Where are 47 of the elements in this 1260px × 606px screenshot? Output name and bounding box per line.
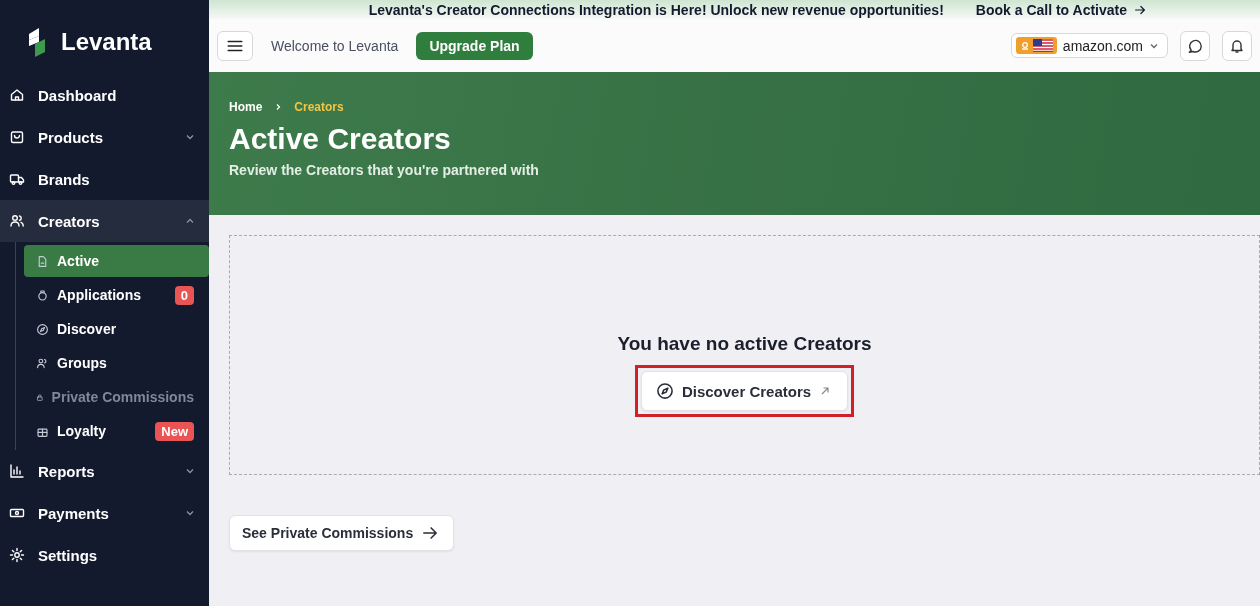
bar-chart-icon [9, 463, 25, 479]
marketplace-dropdown[interactable]: amazon.com [1010, 33, 1168, 58]
menu-button[interactable] [217, 30, 253, 61]
chevron-right-icon [274, 103, 283, 111]
bag-icon [9, 129, 25, 145]
users-icon [36, 356, 49, 370]
count-badge: 0 [174, 285, 194, 305]
compass-icon [655, 382, 674, 400]
chevron-up-icon [185, 216, 195, 226]
nav-item[interactable]: Settings [0, 534, 209, 576]
external-arrow-icon [819, 385, 832, 397]
breadcrumb-link[interactable]: Home [229, 100, 263, 114]
count-badge: New [155, 421, 194, 441]
nav-subitem[interactable]: Loyalty New [24, 415, 209, 447]
nav-subitem[interactable]: Discover [24, 313, 209, 345]
nav-subitem[interactable]: Applications 0 [24, 279, 209, 311]
nav-item[interactable]: Brands [0, 158, 209, 200]
announcement-text: Levanta's Creator Connections Integration is Here! Unlock new revenue opportunities! [368, 1, 944, 18]
nav-item[interactable]: Reports [0, 450, 209, 492]
compass-icon [36, 322, 49, 336]
nav-subitem[interactable]: Groups [24, 347, 209, 379]
upgrade-button[interactable]: Upgrade Plan [416, 31, 533, 60]
users-icon [9, 213, 25, 229]
page-title: Active Creators [229, 122, 452, 156]
chevron-down-icon [185, 132, 195, 142]
settings-icon [9, 547, 25, 563]
document-icon [36, 254, 49, 268]
home-icon [9, 87, 25, 103]
empty-message: You have no active Creators [617, 333, 872, 355]
page-subtitle: Review the Creators that you're partnered with [229, 162, 540, 178]
book-call-link[interactable]: Book a Call to Activate [975, 1, 1147, 18]
chevron-down-icon [185, 508, 195, 518]
nav-item[interactable]: Creators [0, 200, 209, 242]
nav-item[interactable]: Payments [0, 492, 209, 534]
chat-button[interactable] [1180, 30, 1210, 61]
nav-item[interactable]: Dashboard [0, 74, 209, 116]
chevron-down-icon [185, 466, 195, 476]
truck-icon [9, 171, 25, 187]
arrow-right-icon [421, 524, 440, 542]
nav-item[interactable]: Products [0, 116, 209, 158]
discover-creators-button[interactable]: Discover Creators [640, 371, 849, 411]
nav-subitem[interactable]: Active [24, 245, 209, 277]
notifications-button[interactable] [1222, 30, 1252, 61]
private-commissions-button[interactable]: See Private Commissions [229, 515, 455, 551]
brand-name: Levanta [61, 28, 152, 56]
flag-icon [1032, 39, 1053, 52]
welcome-text: Welcome to Levanta [271, 37, 399, 54]
